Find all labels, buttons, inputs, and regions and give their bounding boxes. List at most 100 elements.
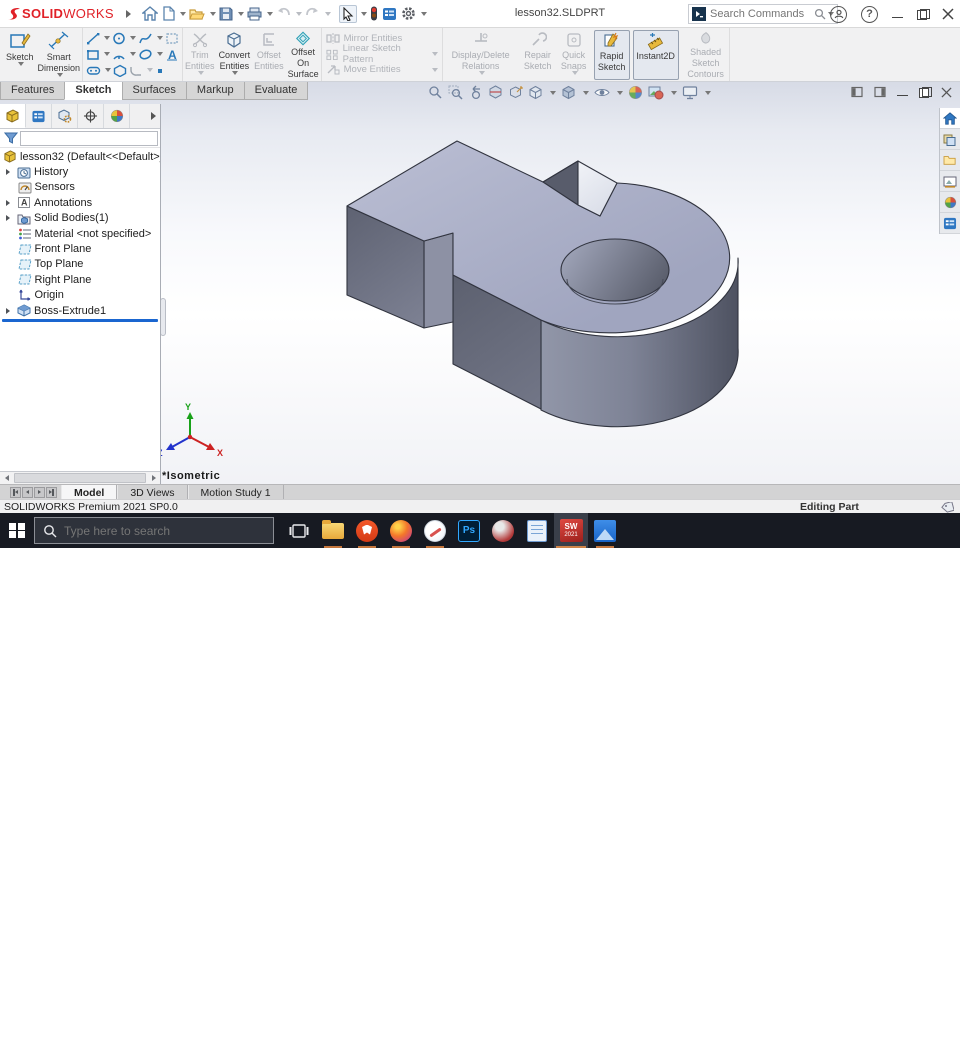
slot-tool-dropdown[interactable] (105, 68, 112, 72)
3d-views-tab[interactable]: 3D Views (117, 485, 188, 499)
view-settings-dropdown[interactable] (705, 90, 711, 95)
doc-restore-button[interactable] (919, 86, 932, 98)
scroll-right-arrow[interactable] (147, 472, 160, 484)
section-view-icon[interactable] (488, 85, 503, 100)
media-app[interactable] (486, 513, 520, 548)
linear-sketch-pattern-button[interactable]: Linear Sketch Pattern (326, 43, 438, 65)
sketch-button[interactable]: Sketch (4, 30, 36, 80)
move-entities-button[interactable]: Move Entities (326, 63, 438, 76)
print-dropdown[interactable] (266, 11, 273, 16)
edit-appearance-icon[interactable] (628, 85, 643, 100)
options-gear-button[interactable] (400, 4, 417, 23)
tab-features[interactable]: Features (0, 82, 66, 100)
spline-tool-dropdown[interactable] (157, 36, 164, 40)
quick-snaps-button[interactable]: Quick Snaps (557, 30, 591, 80)
file-explorer-tab[interactable] (940, 150, 960, 171)
quick-snaps-caret[interactable] (571, 71, 578, 75)
fillet-tool-icon[interactable] (129, 64, 143, 77)
rapid-sketch-button[interactable]: Rapid Sketch (593, 30, 630, 80)
view-orientation-icon[interactable] (528, 85, 543, 100)
line-tool-icon[interactable] (86, 32, 100, 45)
point-tool-icon[interactable] (155, 64, 165, 77)
arc-tool-icon[interactable] (112, 48, 126, 61)
pane-right-icon[interactable] (874, 86, 886, 98)
taskbar-search[interactable] (34, 517, 274, 544)
tree-item-solid-bodies[interactable]: Solid Bodies(1) (0, 211, 160, 226)
tree-root-item[interactable]: lesson32 (Default<<Default>_Display (0, 149, 160, 164)
prev-tab-button[interactable] (22, 486, 33, 498)
start-button[interactable] (0, 513, 34, 548)
model-tab[interactable]: Model (61, 485, 118, 499)
zoom-to-area-icon[interactable] (448, 85, 463, 100)
spline-tool-icon[interactable] (138, 32, 153, 45)
next-tab-button[interactable] (34, 486, 45, 498)
last-tab-button[interactable] (46, 486, 57, 498)
custom-properties-tag-icon[interactable] (941, 501, 954, 513)
move-entities-caret[interactable] (431, 67, 438, 72)
shaded-sketch-contours-button[interactable]: Shaded Sketch Contours (683, 30, 729, 80)
open-dropdown[interactable] (209, 11, 216, 16)
model-step-wall-face[interactable] (423, 232, 454, 329)
graphics-viewport[interactable]: Y X Z *Isometric (0, 82, 960, 484)
filter-funnel-icon[interactable] (4, 131, 18, 145)
display-delete-caret[interactable] (478, 71, 485, 75)
doc-minimize-button[interactable] (897, 87, 908, 98)
first-tab-button[interactable] (10, 486, 21, 498)
command-search[interactable] (688, 4, 838, 24)
tree-item-history[interactable]: History (0, 164, 160, 179)
minimize-button[interactable] (892, 9, 903, 20)
task-view-button[interactable] (282, 513, 316, 548)
solidworks-app[interactable]: SW 2021 (554, 513, 588, 548)
repair-sketch-button[interactable]: Repair Sketch (519, 30, 557, 80)
display-style-dropdown[interactable] (583, 90, 589, 95)
tree-item-right-plane[interactable]: Right Plane (0, 272, 160, 287)
select-tool-button[interactable] (338, 4, 357, 23)
open-button[interactable] (188, 5, 206, 23)
firefox-app[interactable] (384, 513, 418, 548)
command-search-input[interactable] (710, 8, 814, 20)
print-button[interactable] (246, 5, 263, 23)
rectangle-tool-dropdown[interactable] (104, 52, 111, 56)
undo-dropdown[interactable] (295, 11, 302, 16)
motion-study-tab[interactable]: Motion Study 1 (187, 485, 284, 499)
tree-item-sensors[interactable]: Sensors (0, 180, 160, 195)
polygon-tool-icon[interactable] (113, 64, 127, 77)
tree-item-boss-extrude[interactable]: Boss-Extrude1 (0, 303, 160, 318)
tree-filter-input[interactable] (20, 130, 158, 146)
boss-extrude-model[interactable] (346, 140, 739, 428)
dynamic-annotation-views-icon[interactable] (508, 85, 523, 100)
tab-surfaces[interactable]: Surfaces (121, 82, 187, 100)
view-palette-tab[interactable] (940, 171, 960, 192)
smart-dimension-button[interactable]: Smart Dimension (36, 30, 83, 80)
line-tool-dropdown[interactable] (104, 36, 111, 40)
panel-flyout-arrow[interactable] (146, 104, 160, 128)
login-icon[interactable] (830, 5, 847, 23)
featuremanager-tree-tab[interactable] (0, 104, 26, 128)
offset-entities-button[interactable]: Offset Entities (252, 30, 286, 80)
convert-caret[interactable] (232, 71, 239, 75)
doc-close-button[interactable] (941, 86, 952, 98)
paint-app[interactable] (418, 513, 452, 548)
tree-item-origin[interactable]: Origin (0, 288, 160, 303)
redo-button[interactable] (304, 5, 321, 22)
circle-tool-icon[interactable] (112, 32, 126, 45)
displaymanager-tab[interactable] (104, 104, 130, 128)
hidden-icons-chevron[interactable] (805, 1039, 817, 1051)
options-dropdown[interactable] (420, 11, 427, 16)
restore-button[interactable] (917, 8, 930, 20)
ellipse-tool-icon[interactable] (138, 48, 153, 61)
expand-arrow-icon[interactable] (6, 307, 10, 314)
sketch-caret[interactable] (17, 62, 24, 66)
display-delete-relations-button[interactable]: Display/Delete Relations (443, 30, 519, 80)
view-orientation-dropdown[interactable] (550, 90, 556, 95)
hide-show-items-icon[interactable] (594, 85, 610, 100)
apply-scene-icon[interactable] (648, 85, 664, 100)
photos-app[interactable] (588, 513, 622, 548)
save-button[interactable] (218, 5, 234, 23)
fillet-tool-dropdown[interactable] (147, 68, 154, 72)
undo-button[interactable] (275, 5, 292, 22)
new-document-button[interactable] (161, 4, 176, 23)
propertymanager-tab[interactable] (26, 104, 52, 128)
save-dropdown[interactable] (237, 11, 244, 16)
scroll-left-arrow[interactable] (0, 472, 13, 484)
